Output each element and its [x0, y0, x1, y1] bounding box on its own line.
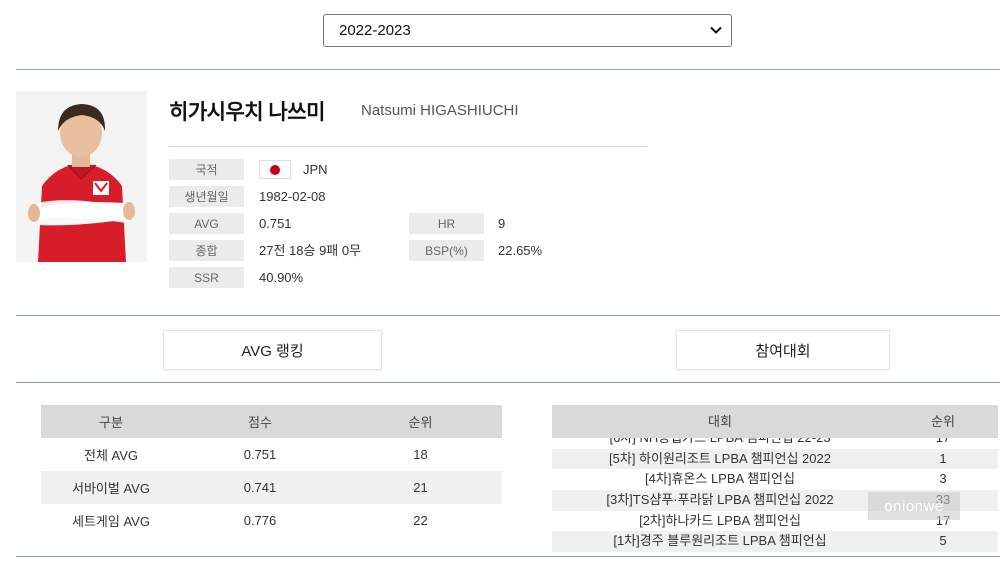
tournament-row[interactable]: [1차]경주 블루원리조트 LPBA 챔피언십 5 [552, 531, 998, 553]
birth-value: 1982-02-08 [259, 189, 326, 204]
table-cell: 18 [413, 447, 428, 462]
tournament-table-header: 대회 순위 [552, 405, 998, 438]
avg-label: AVG [169, 213, 244, 234]
column-header: 순위 [339, 405, 502, 438]
birth-label: 생년월일 [169, 186, 244, 207]
hr-value: 9 [498, 216, 506, 231]
tournament-rank: 3 [939, 471, 947, 487]
tournament-rank: 17 [888, 438, 998, 449]
season-select[interactable]: 2022-2023 [323, 14, 732, 47]
column-header: 구분 [41, 405, 181, 438]
watermark: onionwe [868, 492, 960, 520]
avg-value: 0.751 [259, 216, 292, 231]
tournament-rank: 5 [939, 533, 947, 549]
tournament-name: [6차] NH농협카드 LPBA 챔피언십 22-23 [552, 438, 888, 449]
bsp-label: BSP(%) [409, 240, 484, 261]
tournament-name: [4차]휴온스 LPBA 챔피언십 [645, 471, 795, 487]
tournament-rank: 1 [939, 450, 947, 466]
table-cell: 0.776 [243, 513, 277, 528]
player-photo [16, 91, 147, 262]
tournament-row[interactable]: [6차] NH농협카드 LPBA 챔피언십 22-23 17 [552, 438, 998, 449]
table-cell: 세트게임 AVG [72, 514, 150, 529]
player-name-korean: 히가시우치 나쓰미 [169, 101, 325, 124]
name-divider [169, 146, 647, 147]
nationality-label: 국적 [169, 159, 244, 180]
table-cell: 0.751 [243, 447, 277, 462]
tournaments-button[interactable]: 참여대회 [676, 330, 890, 370]
ssr-value: 40.90% [259, 270, 304, 285]
table-row: 전체 AVG 0.751 18 [41, 438, 502, 471]
season-select-value: 2022-2023 [339, 22, 411, 39]
tournament-name: [3차]TS샴푸·푸라닭 LPBA 챔피언십 2022 [606, 492, 834, 508]
avg-ranking-table: 구분 점수 순위 전체 AVG 0.751 18 서바이벌 AVG 0.741 … [41, 405, 502, 537]
divider [16, 69, 1000, 70]
table-cell: 21 [339, 471, 502, 504]
tournament-name: [1차]경주 블루원리조트 LPBA 챔피언십 [613, 533, 827, 549]
table-cell: 0.741 [181, 471, 339, 504]
table-cell: 서바이벌 AVG [41, 471, 181, 504]
divider [16, 382, 1000, 383]
column-header: 점수 [181, 405, 339, 438]
divider [16, 556, 1000, 557]
chevron-down-icon [710, 26, 722, 34]
table-cell: 전체 AVG [83, 448, 139, 463]
bsp-value: 22.65% [498, 243, 543, 258]
divider [16, 315, 1000, 316]
tournament-row[interactable]: [4차]휴온스 LPBA 챔피언십 3 [552, 469, 998, 490]
japan-flag-icon [259, 160, 291, 179]
tournament-name: [2차]하나카드 LPBA 챔피언십 [639, 512, 801, 528]
ssr-label: SSR [169, 267, 244, 288]
total-value: 27전 18승 9패 0무 [259, 243, 362, 258]
table-row: 세트게임 AVG 0.776 22 [41, 504, 502, 537]
column-header: 대회 [708, 414, 732, 429]
table-cell: 22 [413, 513, 428, 528]
player-name-english: Natsumi HIGASHIUCHI [361, 102, 519, 119]
table-header-row: 구분 점수 순위 [41, 405, 502, 438]
avg-ranking-button[interactable]: AVG 랭킹 [163, 330, 382, 370]
total-label: 종합 [169, 240, 244, 261]
table-row: 서바이벌 AVG 0.741 21 [41, 471, 502, 504]
tournament-row[interactable]: [5차] 하이원리조트 LPBA 챔피언십 2022 1 [552, 448, 998, 470]
column-header: 순위 [931, 414, 955, 429]
tournament-name: [5차] 하이원리조트 LPBA 챔피언십 2022 [609, 450, 831, 466]
nationality-value: JPN [303, 162, 328, 177]
hr-label: HR [409, 213, 484, 234]
